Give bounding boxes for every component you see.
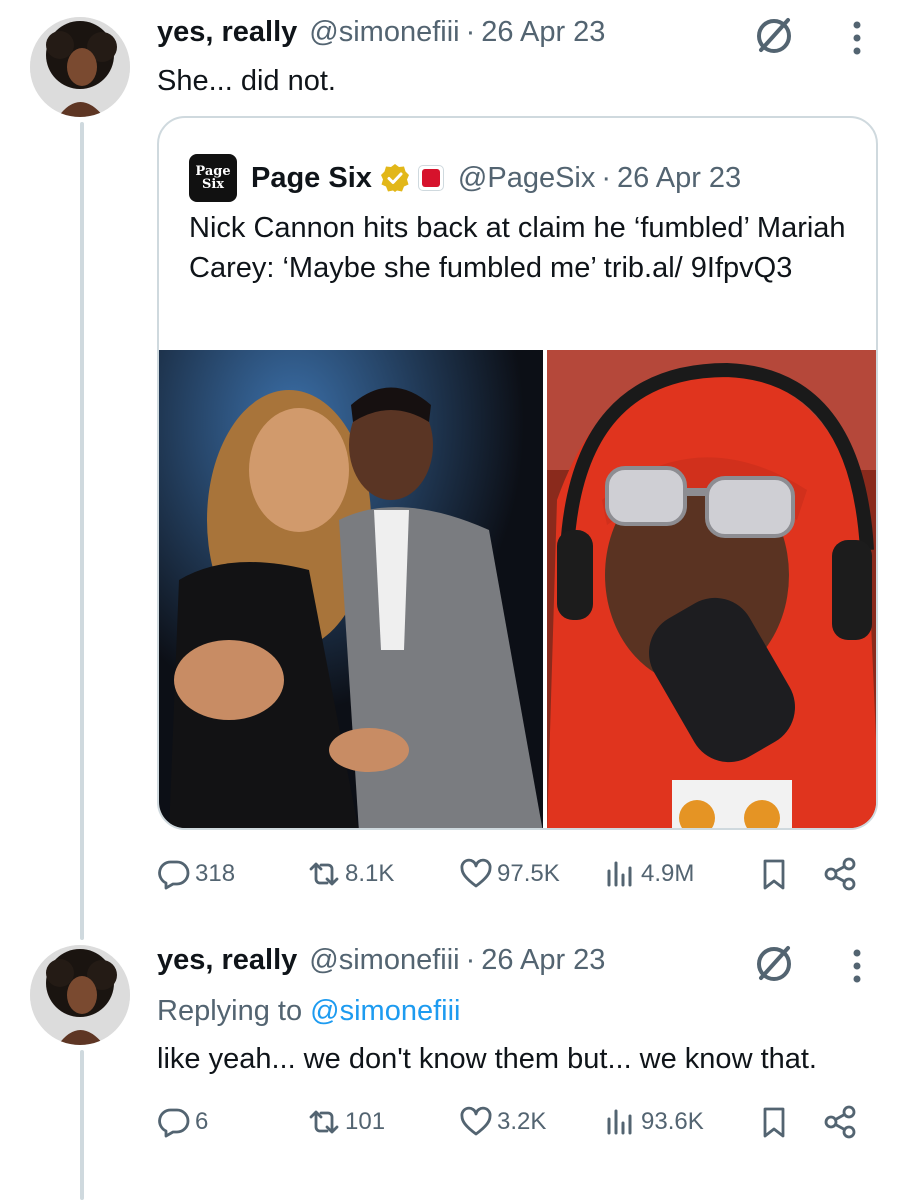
page-six-logo[interactable]: Page Six (189, 154, 237, 202)
like-button[interactable]: 3.2K (459, 1105, 546, 1139)
view-count: 4.9M (641, 860, 695, 887)
tweet-actions: 318 8.1K 97.5K 4.9M (157, 857, 877, 901)
repost-icon (309, 1110, 339, 1134)
heart-icon (460, 1106, 492, 1136)
affiliate-badge-icon[interactable] (417, 165, 444, 191)
quoted-author-handle[interactable]: @PageSix (458, 162, 595, 195)
views-button[interactable]: 93.6K (603, 1105, 704, 1139)
grok-icon[interactable] (752, 14, 796, 58)
media-image-podcast[interactable] (547, 350, 876, 828)
bookmark-icon[interactable] (757, 857, 791, 891)
view-count: 93.6K (641, 1108, 704, 1135)
avatar[interactable] (30, 17, 130, 117)
repost-count: 8.1K (345, 860, 395, 887)
separator: · (465, 944, 476, 976)
author-handle[interactable]: @simonefiii (309, 16, 459, 49)
author-name[interactable]: yes, really (157, 944, 297, 977)
share-icon[interactable] (823, 1105, 857, 1139)
repost-button[interactable]: 8.1K (307, 857, 394, 891)
author-name[interactable]: yes, really (157, 16, 297, 49)
bookmark-icon[interactable] (757, 1105, 791, 1139)
views-icon (607, 861, 632, 887)
tweet-header: yes, really @simonefiii · 26 Apr 23 (157, 944, 605, 977)
thread-line (80, 122, 84, 940)
media-image-couple[interactable] (159, 350, 543, 828)
tweet-header: yes, really @simonefiii · 26 Apr 23 (157, 16, 605, 49)
avatar[interactable] (30, 945, 130, 1045)
tweet-date[interactable]: 26 Apr 23 (481, 16, 605, 49)
reply-count: 318 (195, 860, 236, 887)
replying-to-label: Replying to (157, 995, 303, 1027)
reply-count: 6 (195, 1108, 209, 1135)
quoted-tweet-text: Nick Cannon hits back at claim he ‘fumbl… (189, 212, 846, 284)
tweet-actions: 6 101 3.2K 93.6K (157, 1105, 877, 1149)
quoted-author-name[interactable]: Page Six (251, 162, 372, 195)
quoted-tweet-media[interactable] (159, 350, 876, 828)
views-button[interactable]: 4.9M (603, 857, 694, 891)
reply-button[interactable]: 318 (157, 857, 235, 891)
like-button[interactable]: 97.5K (459, 857, 560, 891)
reply-icon (158, 860, 190, 890)
verified-badge-icon (380, 164, 409, 192)
replying-to: Replying to @simonefiii (157, 995, 460, 1028)
replying-to-handle[interactable]: @simonefiii (310, 995, 460, 1027)
repost-button[interactable]: 101 (307, 1105, 385, 1139)
like-count: 3.2K (497, 1108, 547, 1135)
repost-count: 101 (345, 1108, 386, 1135)
more-icon[interactable] (850, 946, 864, 986)
reply-button[interactable]: 6 (157, 1105, 208, 1139)
grok-icon[interactable] (752, 942, 796, 986)
thread-line (80, 1050, 84, 1200)
like-count: 97.5K (497, 860, 560, 887)
separator: · (601, 161, 612, 194)
quoted-tweet[interactable]: Page Six Page Six @PageSix · 26 Apr 23 N… (157, 116, 878, 830)
repost-icon (309, 862, 339, 886)
author-handle[interactable]: @simonefiii (309, 944, 459, 977)
heart-icon (460, 858, 492, 888)
views-icon (607, 1109, 632, 1135)
tweet-date[interactable]: 26 Apr 23 (481, 944, 605, 977)
reply-icon (158, 1108, 190, 1138)
quoted-tweet-header: Page Six Page Six @PageSix · 26 Apr 23 (189, 154, 741, 202)
tweet-text: like yeah... we don't know them but... w… (157, 1043, 817, 1075)
share-icon[interactable] (823, 857, 857, 891)
quoted-tweet-date[interactable]: 26 Apr 23 (617, 162, 741, 195)
tweet-text: She... did not. (157, 65, 336, 97)
more-icon[interactable] (850, 18, 864, 58)
separator: · (465, 16, 476, 48)
